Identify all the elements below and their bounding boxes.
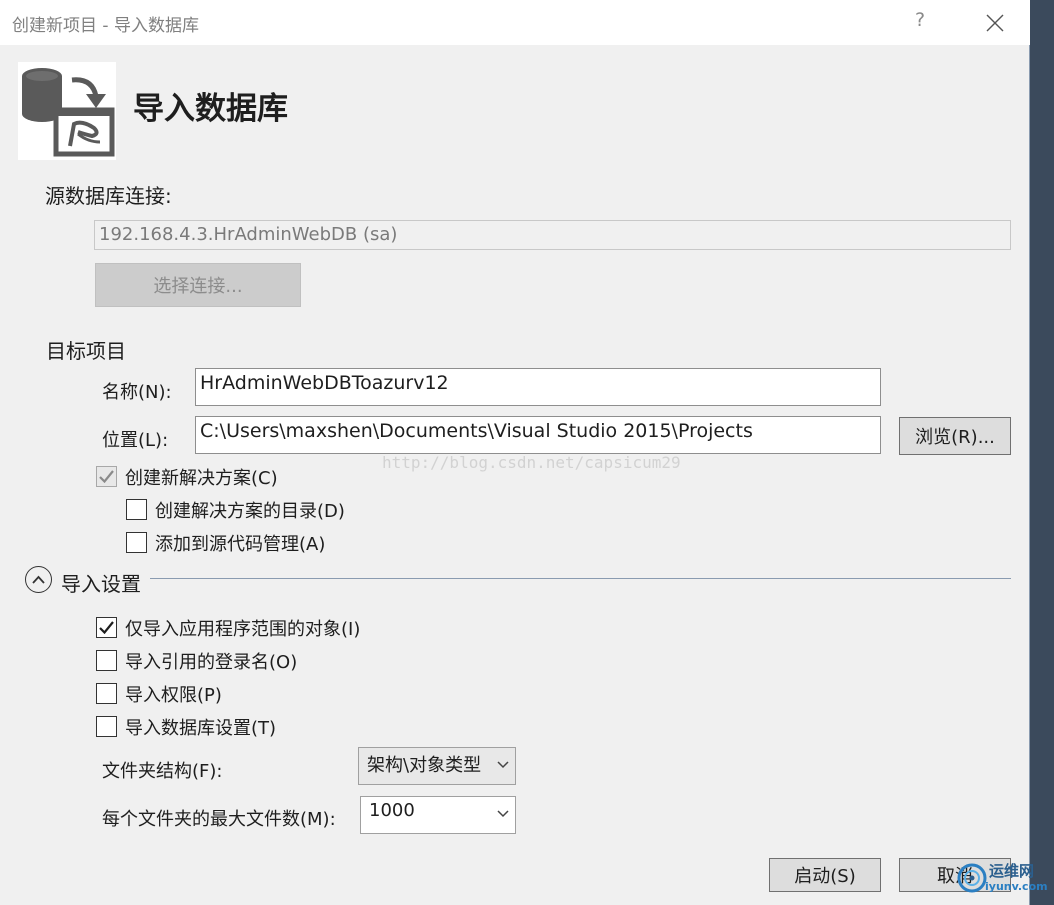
source-connection-label: 源数据库连接: [45, 184, 172, 208]
project-location-input[interactable]: C:\Users\maxshen\Documents\Visual Studio… [195, 416, 881, 454]
folder-structure-select[interactable]: 架构\对象类型 [358, 747, 516, 785]
add-source-control-label: 添加到源代码管理(A) [155, 534, 326, 555]
collapse-expander-button[interactable] [25, 566, 52, 593]
window-title: 创建新项目 - 导入数据库 [12, 16, 199, 36]
location-label: 位置(L): [102, 430, 169, 451]
create-solution-label: 创建新解决方案(C) [125, 468, 278, 489]
create-directory-checkbox[interactable] [126, 499, 147, 520]
corner-logo-text: 运维网 [989, 862, 1035, 880]
import-logins-label: 导入引用的登录名(O) [125, 652, 298, 673]
watermark: http://blog.csdn.net/capsicum29 [382, 453, 681, 472]
database-import-icon [18, 62, 116, 160]
browse-button[interactable]: 浏览(R)... [899, 417, 1011, 455]
add-source-control-checkbox[interactable] [126, 532, 147, 553]
chevron-down-icon [497, 761, 509, 769]
target-project-label: 目标项目 [46, 339, 126, 363]
import-settings-label: 导入设置 [61, 572, 141, 596]
name-label: 名称(N): [102, 382, 172, 403]
checkmark-icon [99, 470, 114, 483]
checkmark-icon [99, 621, 114, 634]
import-app-scoped-label: 仅导入应用程序范围的对象(I) [125, 619, 361, 640]
import-permissions-label: 导入权限(P) [125, 685, 222, 706]
close-button[interactable] [980, 8, 1010, 38]
import-db-settings-checkbox[interactable] [96, 716, 117, 737]
start-button[interactable]: 启动(S) [769, 858, 881, 892]
import-logins-checkbox[interactable] [96, 650, 117, 671]
source-connection-field: 192.168.4.3.HrAdminWebDB (sa) [94, 220, 1011, 250]
swirl-logo-icon [957, 863, 987, 893]
create-solution-checkbox[interactable] [96, 466, 117, 487]
corner-watermark-logo: 运维网 iyunv.com [955, 858, 1051, 902]
help-button[interactable]: ? [915, 9, 925, 31]
max-files-value: 1000 [369, 800, 415, 821]
folder-structure-label: 文件夹结构(F): [102, 761, 223, 782]
close-icon [986, 14, 1004, 32]
project-name-input[interactable]: HrAdminWebDBToazurv12 [195, 368, 881, 406]
import-app-scoped-checkbox[interactable] [96, 617, 117, 638]
create-directory-label: 创建解决方案的目录(D) [155, 501, 345, 522]
import-permissions-checkbox[interactable] [96, 683, 117, 704]
title-bar: 创建新项目 - 导入数据库 ? [0, 0, 1030, 45]
max-files-label: 每个文件夹的最大文件数(M): [102, 809, 336, 830]
folder-structure-value: 架构\对象类型 [367, 755, 482, 776]
chevron-down-icon [497, 810, 509, 818]
page-title: 导入数据库 [133, 91, 288, 127]
section-divider [150, 578, 1011, 579]
import-database-dialog: 创建新项目 - 导入数据库 ? 导入数据库 源数据库连接: 192.168.4.… [0, 0, 1030, 905]
chevron-up-icon [32, 575, 45, 584]
select-connection-button[interactable]: 选择连接... [95, 263, 301, 307]
corner-logo-sub: iyunv.com [985, 880, 1048, 893]
max-files-combo[interactable]: 1000 [360, 796, 516, 834]
import-db-settings-label: 导入数据库设置(T) [125, 718, 277, 739]
